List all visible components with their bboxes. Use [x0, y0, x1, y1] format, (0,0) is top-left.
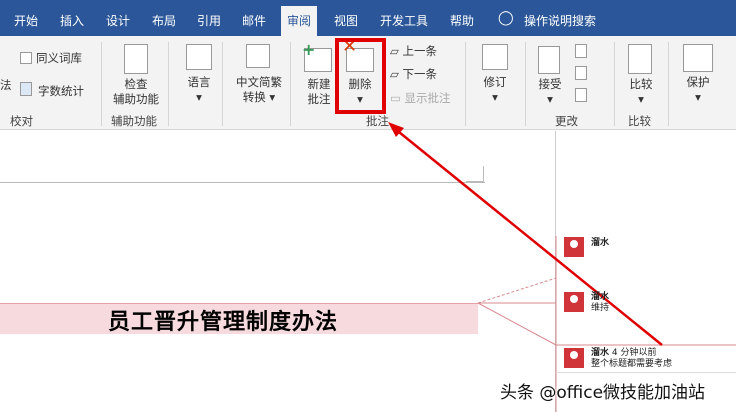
- avatar: [564, 348, 584, 368]
- comment-author: 溜水: [591, 292, 610, 302]
- comment-2[interactable]: 溜水 维持: [591, 292, 609, 314]
- comment-author: 溜水: [591, 238, 610, 248]
- comment-text: 维持: [591, 303, 610, 313]
- annotation-arrow: [393, 127, 663, 346]
- connector-line: [477, 302, 557, 346]
- comment-time: 4 分钟以前: [611, 348, 657, 358]
- comment-1[interactable]: 溜水: [591, 238, 609, 249]
- avatar: [564, 237, 584, 257]
- comment-text: 整个标题都需要考虑: [591, 359, 673, 369]
- comment-author: 溜水: [591, 348, 610, 358]
- watermark: 头条 @office微技能加油站: [500, 383, 706, 403]
- avatar: [564, 292, 584, 312]
- connector-line: [477, 277, 557, 304]
- comment-3[interactable]: 溜水 4 分钟以前 整个标题都需要考虑: [591, 348, 672, 370]
